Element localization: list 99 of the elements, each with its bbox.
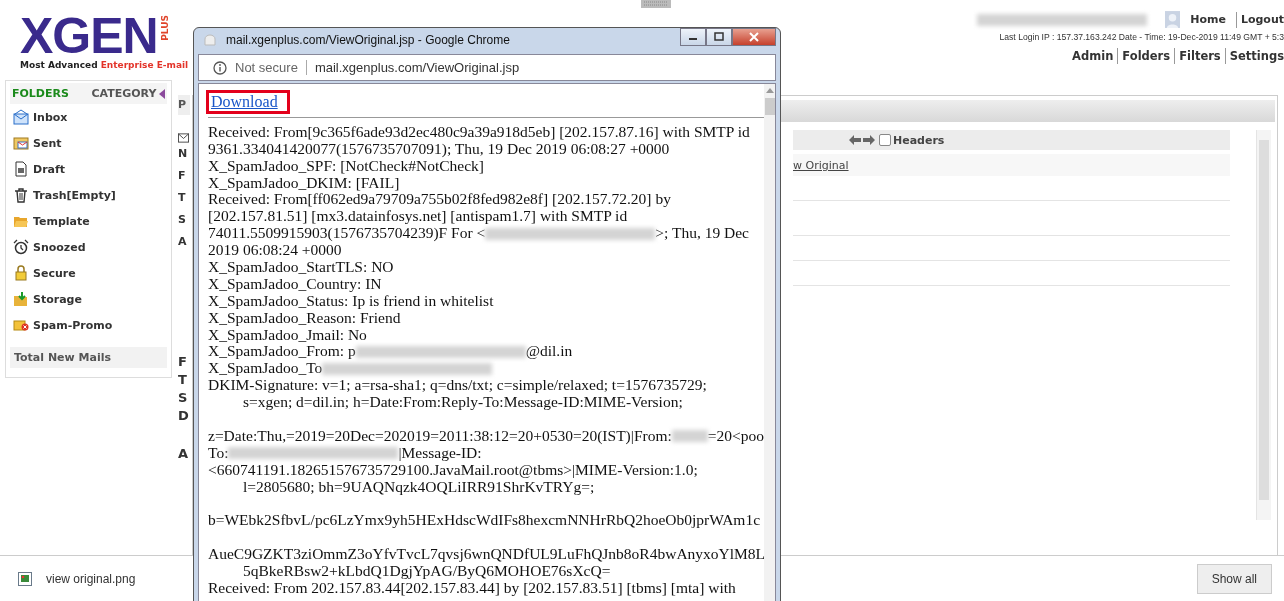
sidebar-tab[interactable]: FOLDERS: [12, 87, 69, 100]
alarm-clock-icon: [13, 239, 29, 255]
header-line-text: X_SpamJadoo_To: [208, 360, 323, 378]
headers-checkbox[interactable]: [879, 134, 891, 146]
folder-item[interactable]: Spam-Promo: [10, 312, 167, 338]
field-label: S: [178, 389, 189, 407]
logo-tagline: Most Advanced: [20, 60, 98, 70]
header-line-text: X_SpamJadoo_SPF: [NotCheck#NotCheck]: [208, 157, 484, 175]
header-line-text: [202.157.81.51] [mx3.datainfosys.net] [antispam1.7] with SMTP id: [208, 208, 628, 226]
nav-link[interactable]: Filters: [1174, 48, 1225, 64]
field-label: A: [178, 234, 188, 250]
minimize-button[interactable]: [680, 28, 706, 46]
image-file-icon: [18, 571, 32, 586]
trash-icon: [13, 187, 29, 203]
folder-envelope-icon: [13, 135, 29, 151]
header-line-text: X_SpamJadoo_Status: Ip is friend in whitelist: [208, 292, 494, 310]
folder-item[interactable]: Snoozed: [10, 234, 167, 260]
scroll-up-icon[interactable]: [765, 88, 774, 93]
last-login-text: Last Login IP : 157.37.163.242 Date - Time: 19-Dec-2019 11:49 GMT + 5:3: [999, 32, 1284, 42]
header-line-text: |Message-ID:: [398, 444, 482, 462]
nav-link[interactable]: Admin: [1068, 48, 1118, 64]
logo-wordmark: XGEN: [20, 15, 158, 57]
folder-item[interactable]: Storage: [10, 286, 167, 312]
scrollbar[interactable]: [1256, 130, 1271, 520]
maximize-icon: [714, 32, 724, 42]
header-line-text: X_SpamJadoo_DKIM: [FAIL]: [208, 174, 400, 192]
folder-arrow-icon: [13, 291, 29, 307]
header-line-text: Received: From[ff062ed9a79709a755b02f8fed982e8f] [202.157.72.20] by: [208, 191, 671, 209]
avatar-icon: [1165, 11, 1181, 28]
security-label: Not secure: [235, 60, 307, 75]
folder-item[interactable]: Sent: [10, 130, 167, 156]
header-line-text: b=WEbk2SfbvL/pc6LzYmx9yh5HExHdscWdIFs8hexcmNNHrRbQ2hoeOb0jprWAm1c: [208, 512, 760, 530]
header-line-text: 2019 06:08:24 +0000: [208, 242, 342, 260]
field-label: A: [178, 445, 190, 463]
document-icon: [13, 161, 29, 177]
envelope-icon: [13, 109, 29, 125]
show-all-button[interactable]: Show all: [1196, 563, 1272, 594]
header-link[interactable]: Home: [1186, 11, 1230, 28]
total-new-mails-label: Total New Mails: [10, 347, 167, 368]
header-line-text: l=2805680; bh=9UAQNqzk4OQLiIRR91ShrKvTRYg=;: [243, 478, 595, 496]
header-line-text: X_SpamJadoo_Reason: Friend: [208, 309, 401, 327]
panel-tab[interactable]: P: [178, 95, 190, 115]
header-line-text: AueC9GZKT3ziOmmZ3oYfvTvcL7qvsj6wnQNDfUL9LuFhQJnb8oR4bwAnyxoYlM8L: [208, 546, 765, 564]
folder-item[interactable]: Inbox: [10, 104, 167, 130]
header-line-text: z=Date:Thu,=2019=20Dec=202019=2011:38:12=20+0530=20(IST)|From:: [208, 427, 672, 445]
header-line-text: X_SpamJadoo_StartTLS: NO: [208, 259, 394, 276]
header-line-text: s=xgen; d=dil.in; h=Date:From:Reply-To:Message-ID:MIME-Version;: [243, 394, 683, 412]
previous-arrow-icon[interactable]: [849, 135, 861, 145]
header-line-text: 5qBkeRBsw2+kLbdQ1DgjYpAG/ByQ6MOHOE76sXcQ=: [243, 563, 611, 580]
field-label: T: [178, 190, 187, 206]
header-line-text: X_SpamJadoo_Country: IN: [208, 275, 382, 293]
header-line-text: =20<poo: [707, 427, 765, 445]
header-line-text: @dil.in: [525, 343, 573, 361]
folder-item[interactable]: Template: [10, 208, 167, 234]
envelope-icon: [178, 133, 189, 143]
field-label: N: [178, 146, 189, 162]
field-label: S: [178, 212, 187, 228]
logo-plus-label: PLUS: [159, 15, 170, 41]
header-line-text: To:: [208, 444, 229, 462]
view-original-link[interactable]: w Original: [793, 158, 849, 172]
header-line-text: Received: From[9c365f6ade93d2ec480c9a39a918d5eb] [202.157.87.16] with SMTP id: [208, 123, 750, 141]
folder-item[interactable]: Secure: [10, 260, 167, 286]
page-icon: [204, 34, 216, 46]
header-line-text: X_SpamJadoo_Jmail: No: [208, 326, 367, 344]
envelope-blocked-icon: [13, 317, 29, 333]
checkbox-label: Headers: [893, 133, 945, 147]
header-line-text: >; Thu, 19 Dec: [655, 225, 749, 243]
address-bar[interactable]: Not secure mail.xgenplus.com/ViewOriginal.jsp: [198, 54, 776, 81]
folder-item[interactable]: Trash[Empty]: [10, 182, 167, 208]
scrollbar[interactable]: [764, 84, 775, 601]
window-title: mail.xgenplus.com/ViewOriginal.jsp - Google Chrome: [226, 33, 510, 47]
info-icon: [213, 60, 227, 75]
header-line-text: Received: From 202.157.83.44[202.157.83.44] by [202.157.83.51] [tbms] [mta] with: [208, 579, 736, 597]
header-link[interactable]: Logout: [1235, 11, 1284, 28]
nav-link[interactable]: Settings: [1224, 48, 1284, 64]
folder-item[interactable]: Draft: [10, 156, 167, 182]
header-line-text: <660741191.182651576735729100.JavaMail.root@tbms>|MIME-Version:1.0;: [208, 461, 698, 479]
header-line-text: X_SpamJadoo_From: p: [208, 343, 356, 361]
collapse-arrow-icon[interactable]: [159, 88, 165, 99]
field-label: T: [178, 371, 188, 389]
close-icon: [749, 32, 759, 42]
sidebar-tab[interactable]: CATEGORY: [91, 87, 157, 100]
padlock-icon: [13, 265, 29, 281]
header-line-text: 9361.334041420077(1576735707091); Thu, 19 Dec 2019 06:08:27 +0000: [208, 140, 670, 158]
url-text: mail.xgenplus.com/ViewOriginal.jsp: [314, 60, 520, 75]
scroll-thumb[interactable]: [764, 98, 775, 115]
header-line-text: 74011.5509915903(1576735704239)F For <: [208, 225, 486, 243]
resize-grip-icon: [641, 0, 671, 8]
header-line-text: DKIM-Signature: v=1; a=rsa-sha1; q=dns/txt; c=simple/relaxed; t=1576735729;: [208, 377, 707, 395]
close-button[interactable]: [732, 28, 776, 46]
maximize-button[interactable]: [706, 28, 732, 46]
redacted-block: [671, 430, 708, 443]
field-label: D: [178, 407, 190, 425]
field-label: F: [178, 168, 187, 184]
download-file-name[interactable]: view original.png: [46, 571, 136, 586]
nav-link[interactable]: Folders: [1117, 48, 1175, 64]
logo-tagline: Enterprise E-mail: [100, 60, 189, 70]
next-arrow-icon[interactable]: [863, 135, 875, 145]
field-label: F: [178, 353, 188, 371]
